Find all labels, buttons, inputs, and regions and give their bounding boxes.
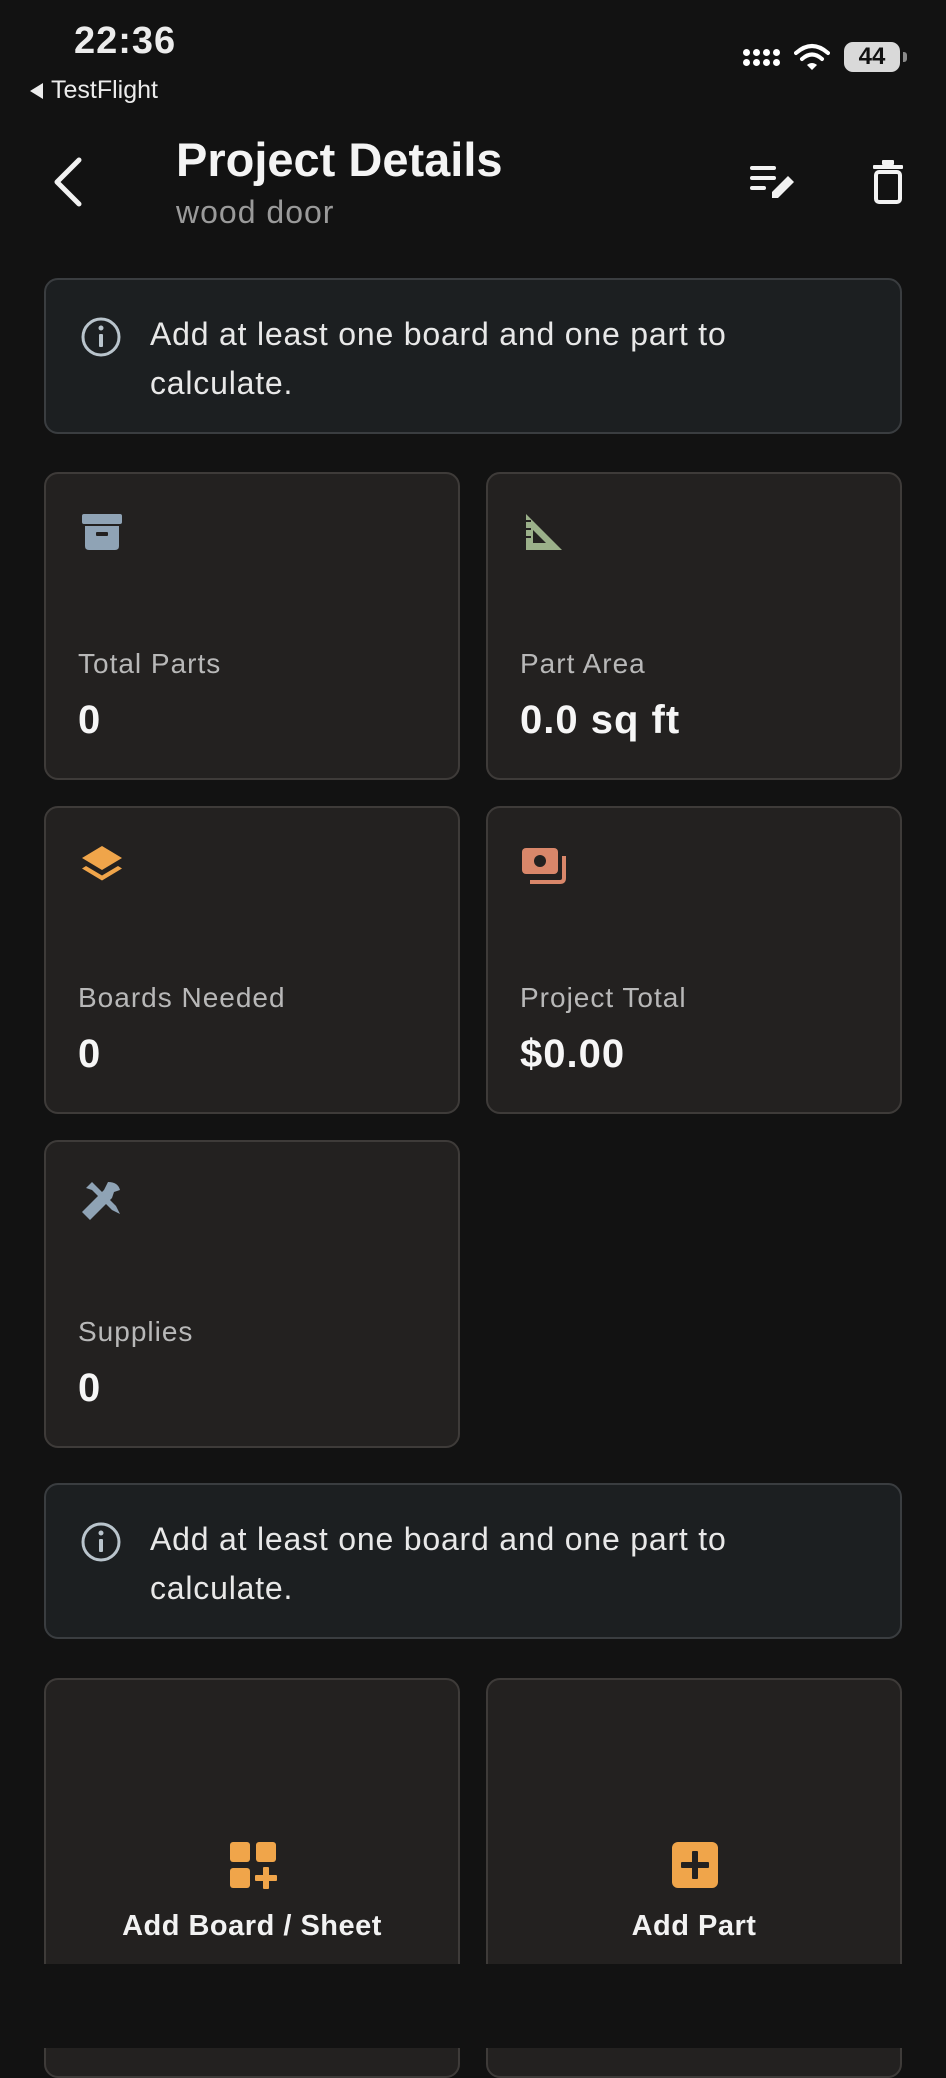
stat-label: Project Total bbox=[520, 982, 687, 1013]
plus-square-icon bbox=[672, 1842, 718, 1888]
tools-icon bbox=[82, 1182, 120, 1220]
back-to-testflight-link[interactable]: TestFlight bbox=[30, 76, 158, 105]
project-name: wood door bbox=[176, 194, 335, 230]
stat-value: $0.00 bbox=[520, 1032, 626, 1076]
stat-value: 0.0 sq ft bbox=[520, 698, 681, 742]
status-time: 22:36 bbox=[74, 20, 177, 62]
info-message: Add at least one board and one part to c… bbox=[150, 316, 727, 401]
stat-label: Total Parts bbox=[78, 648, 222, 679]
app-header: Project Details wood door bbox=[0, 120, 946, 250]
back-button[interactable] bbox=[44, 150, 92, 214]
edit-list-icon bbox=[750, 166, 794, 198]
trash-icon bbox=[873, 160, 903, 204]
layers-icon bbox=[82, 846, 122, 881]
status-bar: 22:36 TestFlight 44 bbox=[0, 0, 946, 110]
signal-icon bbox=[743, 48, 780, 66]
set-square-icon bbox=[526, 514, 562, 550]
stat-card-supplies: Supplies 0 bbox=[44, 1140, 460, 1448]
stat-label: Supplies bbox=[78, 1316, 194, 1347]
system-icons: 44 bbox=[743, 42, 907, 72]
wifi-icon bbox=[794, 44, 830, 70]
stat-label: Part Area bbox=[520, 648, 646, 679]
delete-project-button[interactable] bbox=[856, 150, 920, 214]
page-title: Project Details bbox=[176, 133, 503, 186]
stat-value: 0 bbox=[78, 1366, 102, 1410]
edit-project-button[interactable] bbox=[740, 150, 804, 214]
info-icon bbox=[81, 1522, 121, 1562]
stat-card-project-total: Project Total $0.00 bbox=[486, 806, 902, 1114]
back-triangle-icon bbox=[30, 82, 43, 99]
stat-label: Boards Needed bbox=[78, 982, 286, 1013]
back-app-label: TestFlight bbox=[51, 76, 158, 104]
stat-card-boards-needed: Boards Needed 0 bbox=[44, 806, 460, 1114]
stat-card-total-parts: Total Parts 0 bbox=[44, 472, 460, 780]
add-part-label: Add Part bbox=[631, 1910, 757, 1942]
info-banner-bottom: Add at least one board and one part to c… bbox=[44, 1483, 902, 1639]
bottom-area bbox=[0, 1964, 946, 2048]
info-message: Add at least one board and one part to c… bbox=[150, 1521, 727, 1606]
grid-plus-icon bbox=[230, 1842, 277, 1889]
add-board-label: Add Board / Sheet bbox=[122, 1910, 382, 1942]
info-icon bbox=[81, 317, 121, 357]
money-icon bbox=[522, 848, 566, 884]
battery-icon: 44 bbox=[844, 42, 907, 72]
back-arrow-icon bbox=[54, 157, 82, 207]
stat-card-part-area: Part Area 0.0 sq ft bbox=[486, 472, 902, 780]
stat-value: 0 bbox=[78, 698, 102, 742]
stat-value: 0 bbox=[78, 1032, 102, 1076]
info-banner-top: Add at least one board and one part to c… bbox=[44, 278, 902, 434]
battery-level: 44 bbox=[858, 43, 886, 70]
archive-box-icon bbox=[82, 514, 122, 550]
